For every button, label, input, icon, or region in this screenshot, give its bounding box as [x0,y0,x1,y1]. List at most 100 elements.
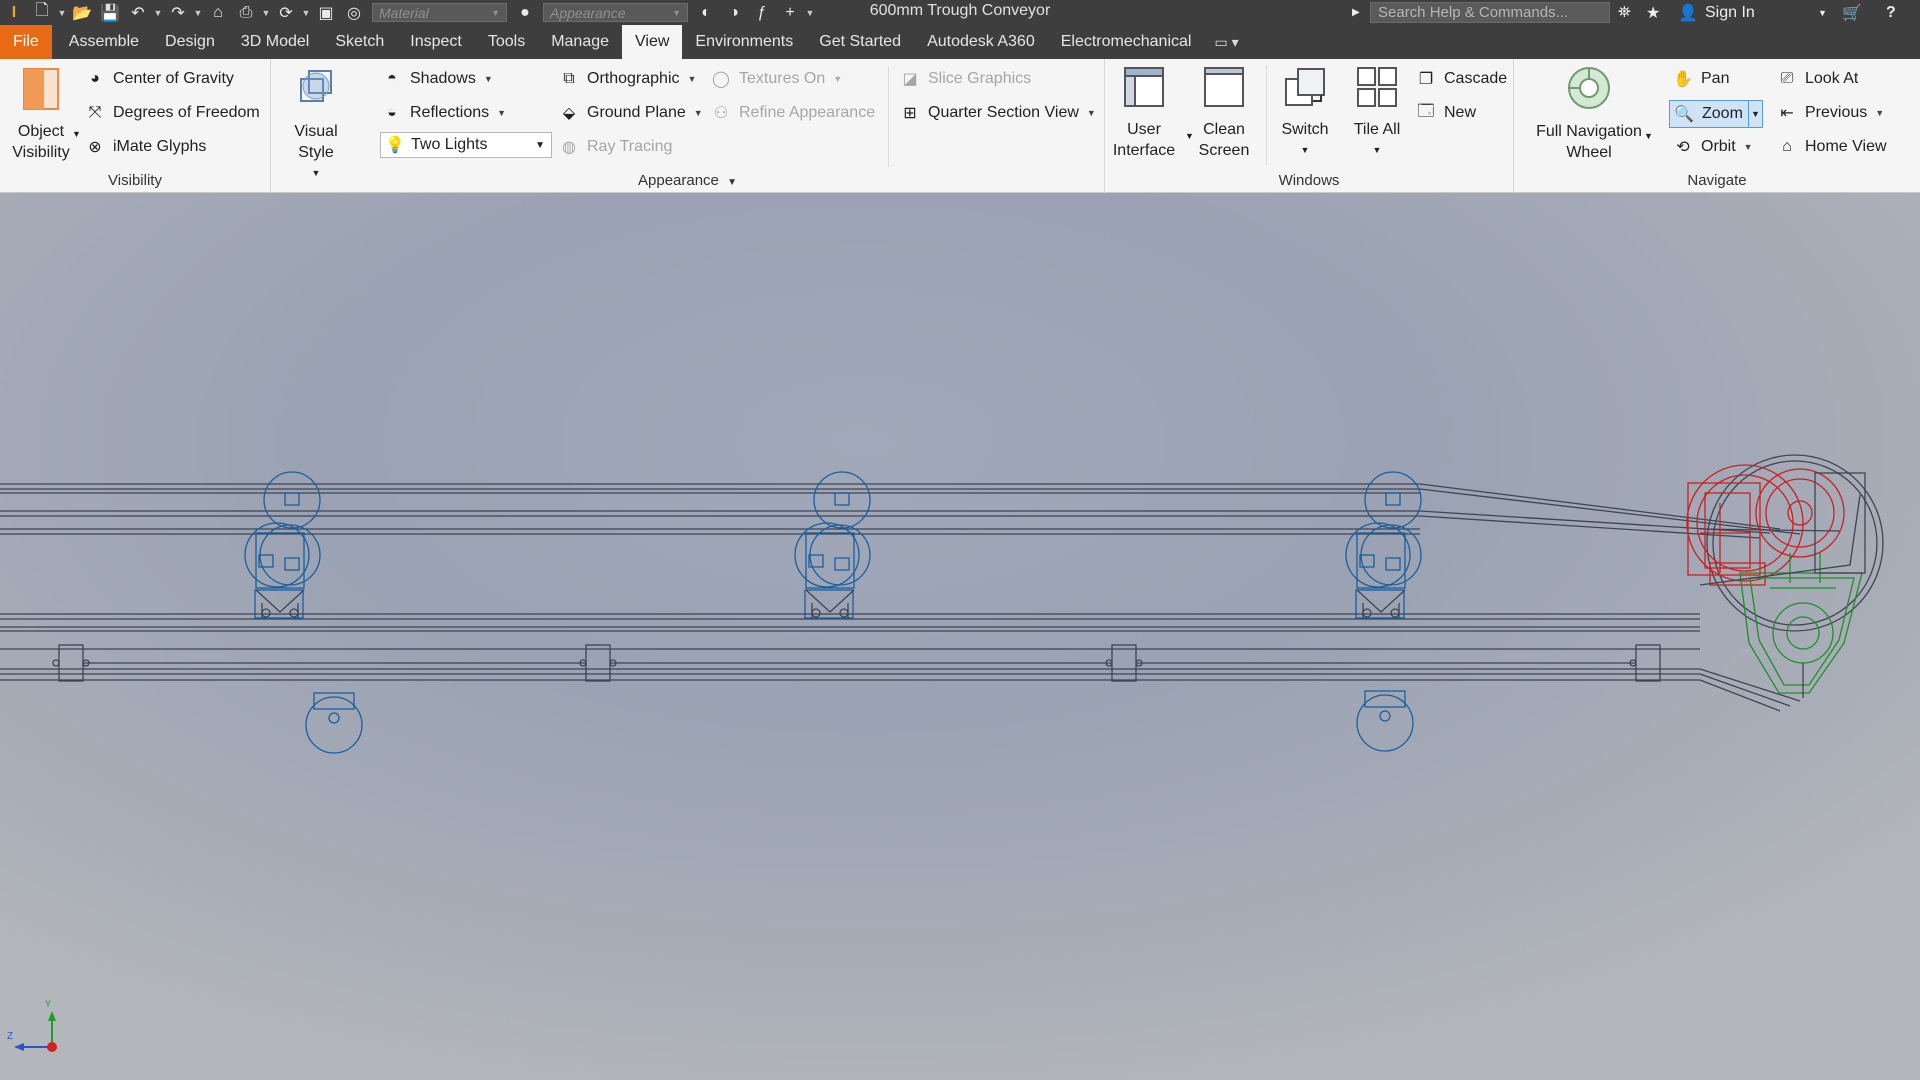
object-visibility-button[interactable]: Object Visibility [6,67,76,163]
measure-icon[interactable]: + [776,0,804,25]
tab-file[interactable]: File [0,25,52,59]
new-window-button[interactable]: 🗔 New [1415,99,1476,127]
user-icon[interactable]: 👤 [1678,0,1698,25]
update-icon[interactable]: ⟳ [272,0,300,25]
pan-button[interactable]: ✋ Pan [1672,65,1729,93]
center-of-gravity-button[interactable]: ◕ Center of Gravity [84,65,234,93]
textures-on-button[interactable]: ◯ Textures On ▼ [710,65,842,93]
redo-dropdown-icon[interactable]: ▼ [192,0,204,25]
idler-set-3 [1345,471,1422,619]
tab-inspect[interactable]: Inspect [397,25,475,59]
navigation-wheel-dropdown-icon[interactable]: ▼ [1644,131,1653,141]
orbit-button[interactable]: ⟲ Orbit ▼ [1672,133,1752,161]
slice-graphics-button[interactable]: ◪ Slice Graphics [899,65,1031,93]
clear-appearance-icon[interactable]: ◑ [720,0,748,25]
switch-dropdown-icon[interactable]: ▼ [1273,140,1337,161]
undo-dropdown-icon[interactable]: ▼ [152,0,164,25]
degrees-of-freedom-button[interactable]: ⤧ Degrees of Freedom [84,99,260,127]
tab-assemble[interactable]: Assemble [56,25,152,59]
select-icon[interactable]: ▣ [312,0,340,25]
appearance-select[interactable]: Appearance ▼ [543,3,688,22]
look-at-button[interactable]: ⎚ Look At [1776,65,1859,93]
previous-view-button[interactable]: ⇤ Previous ▼ [1776,99,1884,127]
visual-style-label: Visual Style [294,123,338,161]
imate-glyphs-button[interactable]: ⊗ iMate Glyphs [84,133,206,161]
tab-manage[interactable]: Manage [538,25,622,59]
user-interface-label-2: Interface [1112,142,1176,159]
zoom-dropdown-icon[interactable]: ▼ [1748,101,1762,127]
refine-appearance-button[interactable]: ⚇ Refine Appearance [710,99,875,127]
tab-3d-model[interactable]: 3D Model [228,25,322,59]
redo-icon[interactable]: ↷ [164,0,192,25]
conveyor-wireframe-model[interactable] [0,193,1920,1080]
quarter-section-view-button[interactable]: ⊞ Quarter Section View ▼ [899,99,1096,127]
ray-tracing-button[interactable]: ◍ Ray Tracing [558,133,672,161]
graphics-viewport[interactable]: Y Z [0,193,1920,1080]
cascade-button[interactable]: ❐ Cascade [1415,65,1507,93]
tab-environments[interactable]: Environments [682,25,806,59]
full-navigation-wheel-button[interactable]: Full Navigation Wheel [1522,65,1656,163]
undo-icon[interactable]: ↶ [124,0,152,25]
cart-icon[interactable]: 🛒 [1842,0,1862,25]
sign-in-dropdown-icon[interactable]: ▼ [1818,0,1827,25]
tile-all-dropdown-icon[interactable]: ▼ [1345,140,1409,161]
new-dropdown-icon[interactable]: ▼ [56,0,68,25]
lighting-style-select[interactable]: 💡 Two Lights ▼ [380,132,552,158]
favorites-star-icon[interactable]: ★ [1646,0,1660,25]
tab-sketch[interactable]: Sketch [322,25,397,59]
print-icon[interactable]: ⎙ [232,0,260,25]
home-view-button[interactable]: ⌂ Home View [1776,133,1886,161]
title-bar: I 🗋 ▼ 📂 💾 ↶ ▼ ↷ ▼ ⌂ ⎙ ▼ ⟳ ▼ ▣ ◎ Material… [0,0,1920,25]
shadows-button[interactable]: ◓ Shadows ▼ [381,65,493,93]
switch-label: Switch [1281,121,1329,138]
tab-tools[interactable]: Tools [475,25,538,59]
parameters-icon[interactable]: ƒ [748,0,776,25]
tab-get-started[interactable]: Get Started [806,25,914,59]
reflections-button[interactable]: ◒ Reflections ▼ [381,99,506,127]
cascade-label: Cascade [1444,70,1508,87]
globe-icon[interactable]: ◎ [340,0,368,25]
orthographic-button[interactable]: ⧉ Orthographic ▼ [558,65,696,93]
adjust-appearance-icon[interactable]: ◐ [692,0,720,25]
open-icon[interactable]: 📂 [68,0,96,25]
sign-in-link[interactable]: Sign In [1705,0,1755,25]
ground-plane-button[interactable]: ⬙ Ground Plane ▼ [558,99,703,127]
tile-all-button[interactable]: Tile All ▼ [1345,65,1409,161]
appearance-panel-title[interactable]: Appearance ▼ [271,172,1104,189]
appearance-ball-icon[interactable]: ● [511,0,539,25]
orbit-label: Orbit [1701,138,1736,155]
ribbon-display-options-icon[interactable]: ▭ ▾ [1204,25,1248,59]
tab-design[interactable]: Design [152,25,228,59]
expand-arrow-icon[interactable]: ▶ [1352,0,1360,25]
customize-dropdown-icon[interactable]: ▼ [804,0,816,25]
zoom-button[interactable]: 🔍 Zoom ▼ [1669,100,1763,128]
tab-view[interactable]: View [622,25,683,59]
shadows-label: Shadows [410,70,476,87]
material-select[interactable]: Material ▼ [372,3,507,22]
user-interface-button[interactable]: User Interface [1111,65,1177,161]
windows-panel-title: Windows [1278,172,1340,189]
pan-label: Pan [1701,70,1730,87]
print-dropdown-icon[interactable]: ▼ [260,0,272,25]
binoculars-icon[interactable]: ⛯ [1618,0,1631,25]
chevron-down-icon: ▼ [672,7,681,18]
object-visibility-dropdown-icon[interactable]: ▼ [72,129,81,139]
object-visibility-label-2: Visibility [12,144,70,161]
refine-appearance-icon: ⚇ [713,105,729,122]
help-icon[interactable]: ? [1886,0,1896,25]
tab-autodesk-a360[interactable]: Autodesk A360 [914,25,1048,59]
home-icon[interactable]: ⌂ [204,0,232,25]
app-logo-icon[interactable]: I [0,0,28,25]
tab-electromechanical[interactable]: Electromechanical [1048,25,1205,59]
switch-button[interactable]: Switch ▼ [1273,65,1337,161]
clean-screen-button[interactable]: Clean Screen [1191,65,1257,161]
save-icon[interactable]: 💾 [96,0,124,25]
visual-style-button[interactable]: Visual Style ▼ [276,65,356,184]
search-input[interactable]: Search Help & Commands... [1370,2,1610,23]
new-file-icon[interactable]: 🗋 [28,0,56,25]
imate-glyphs-icon: ⊗ [88,139,102,156]
chevron-down-icon: ▼ [497,108,507,118]
update-dropdown-icon[interactable]: ▼ [300,0,312,25]
head-drive-assembly [1686,454,1884,698]
ground-plane-icon: ⬙ [562,105,576,122]
